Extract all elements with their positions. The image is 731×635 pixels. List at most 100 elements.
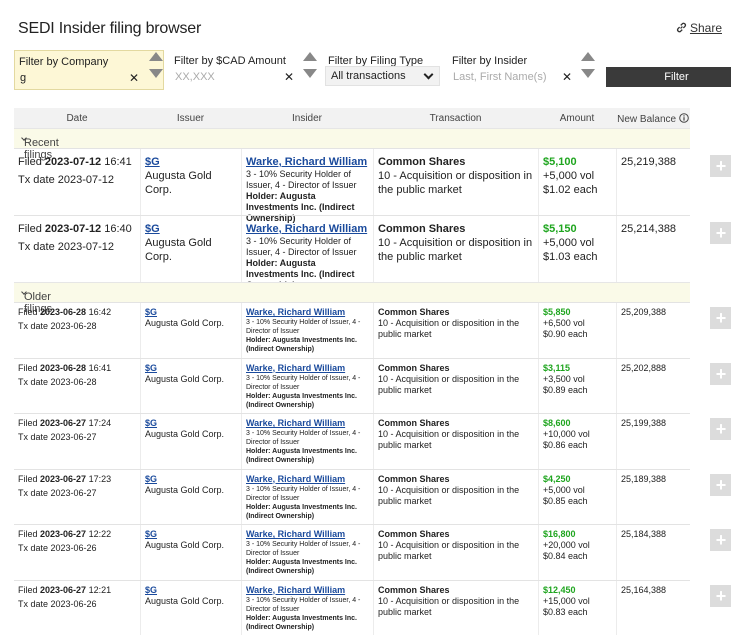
insider-name-link[interactable]: Warke, Richard William: [246, 155, 369, 169]
link-icon: [675, 21, 688, 34]
insider-cell: Warke, Richard William3 - 10% Security H…: [241, 216, 373, 282]
table-row: Filed 2023-06-27 12:21 Tx date 2023-06-26…: [14, 580, 690, 635]
tx-date: Tx date 2023-06-26: [18, 599, 136, 610]
filter-button[interactable]: Filter: [606, 67, 731, 87]
amount-filter[interactable]: Filter by $CAD Amount XX,XXX ✕: [170, 50, 300, 90]
header-issuer[interactable]: Issuer: [140, 113, 241, 124]
insider-relation: 3 - 10% Security Holder of Issuer, 4 - D…: [246, 236, 369, 258]
expand-plus-icon[interactable]: +: [710, 474, 731, 496]
company-clear-icon[interactable]: ✕: [129, 71, 139, 85]
tx-date: Tx date 2023-06-27: [18, 488, 136, 499]
header-new-balance[interactable]: New Balance: [616, 113, 690, 125]
filing-type-select[interactable]: All transactions: [325, 66, 440, 86]
issuer-name: Augusta Gold Corp.: [145, 169, 237, 197]
header-insider[interactable]: Insider: [241, 113, 373, 124]
amount-cell: $5,100+5,000 vol$1.02 each: [538, 149, 616, 215]
insider-name-link[interactable]: Warke, Richard William: [246, 529, 369, 540]
expand-plus-icon[interactable]: +: [710, 585, 731, 607]
issuer-symbol-link[interactable]: $G: [145, 307, 237, 318]
transaction-nature: 10 - Acquisition or disposition in the p…: [378, 318, 534, 340]
insider-name-link[interactable]: Warke, Richard William: [246, 585, 369, 596]
issuer-symbol-link[interactable]: $G: [145, 474, 237, 485]
sort-up-icon[interactable]: [149, 52, 163, 61]
security-type: Common Shares: [378, 155, 534, 169]
expand-plus-icon[interactable]: +: [710, 418, 731, 440]
amount-value: $16,800: [543, 529, 612, 540]
sort-down-icon[interactable]: [303, 69, 317, 78]
issuer-cell: $GAugusta Gold Corp.: [140, 303, 241, 358]
amount-clear-icon[interactable]: ✕: [284, 70, 294, 84]
amount-value: $12,450: [543, 585, 612, 596]
issuer-symbol-link[interactable]: $G: [145, 585, 237, 596]
amount-value: $3,115: [543, 363, 612, 374]
insider-cell: Warke, Richard William3 - 10% Security H…: [241, 470, 373, 525]
sort-up-icon[interactable]: [581, 52, 595, 61]
amount-value: $5,850: [543, 307, 612, 318]
expand-plus-icon[interactable]: +: [710, 155, 731, 177]
insider-name-link[interactable]: Warke, Richard William: [246, 418, 369, 429]
recent-filings-toggle[interactable]: Recent filings: [14, 128, 690, 148]
header-amount[interactable]: Amount: [538, 113, 616, 124]
transaction-nature: 10 - Acquisition or disposition in the p…: [378, 596, 534, 618]
security-type: Common Shares: [378, 585, 534, 596]
insider-relation: 3 - 10% Security Holder of Issuer, 4 - D…: [246, 429, 369, 447]
issuer-symbol-link[interactable]: $G: [145, 222, 237, 236]
expand-plus-icon[interactable]: +: [710, 363, 731, 385]
share-link[interactable]: Share: [675, 21, 722, 35]
insider-name-link[interactable]: Warke, Richard William: [246, 307, 369, 318]
filed-date: Filed 2023-06-27 12:21: [18, 585, 136, 596]
company-filter[interactable]: Filter by Company g ✕: [14, 50, 164, 90]
sort-up-icon[interactable]: [303, 52, 317, 61]
filed-date: Filed 2023-06-27 17:24: [18, 418, 136, 429]
expand-plus-icon[interactable]: +: [710, 529, 731, 551]
issuer-symbol-link[interactable]: $G: [145, 155, 237, 169]
insider-cell: Warke, Richard William3 - 10% Security H…: [241, 581, 373, 635]
volume: +10,000 vol: [543, 429, 612, 440]
company-filter-input[interactable]: g: [20, 72, 26, 84]
amount-filter-input[interactable]: XX,XXX: [175, 71, 215, 83]
filed-date: Filed 2023-06-28 16:42: [18, 307, 136, 318]
header-date[interactable]: Date: [14, 113, 140, 124]
transaction-nature: 10 - Acquisition or disposition in the p…: [378, 540, 534, 562]
transaction-cell: Common Shares10 - Acquisition or disposi…: [373, 581, 538, 635]
insider-name-link[interactable]: Warke, Richard William: [246, 222, 369, 236]
issuer-symbol-link[interactable]: $G: [145, 363, 237, 374]
page-title: SEDI Insider filing browser: [18, 20, 201, 38]
price-each: $1.02 each: [543, 183, 612, 197]
insider-filter[interactable]: Filter by Insider Last, First Name(s) ✕: [448, 50, 578, 90]
insider-clear-icon[interactable]: ✕: [562, 70, 572, 84]
header-transaction[interactable]: Transaction: [373, 113, 538, 124]
date-cell: Filed 2023-06-27 17:23Tx date 2023-06-27: [14, 470, 140, 525]
insider-name-link[interactable]: Warke, Richard William: [246, 474, 369, 485]
insider-filter-input[interactable]: Last, First Name(s): [453, 71, 547, 83]
security-type: Common Shares: [378, 418, 534, 429]
price-each: $0.86 each: [543, 440, 612, 451]
volume: +15,000 vol: [543, 596, 612, 607]
sort-down-icon[interactable]: [581, 69, 595, 78]
price-each: $0.84 each: [543, 551, 612, 562]
amount-cell: $4,250+5,000 vol$0.85 each: [538, 470, 616, 525]
table-row: Filed 2023-07-12 16:41Tx date 2023-07-12…: [14, 148, 690, 215]
sort-down-icon[interactable]: [149, 69, 163, 78]
issuer-name: Augusta Gold Corp.: [145, 596, 237, 607]
volume: +5,000 vol: [543, 485, 612, 496]
insider-name-link[interactable]: Warke, Richard William: [246, 363, 369, 374]
expand-plus-icon[interactable]: +: [710, 222, 731, 244]
transaction-nature: 10 - Acquisition or disposition in the p…: [378, 236, 534, 264]
insider-cell: Warke, Richard William3 - 10% Security H…: [241, 303, 373, 358]
table-row: Filed 2023-07-12 16:40Tx date 2023-07-12…: [14, 215, 690, 282]
older-filings-toggle[interactable]: Older filings: [14, 282, 690, 302]
balance-cell: 25,219,388: [616, 149, 690, 215]
issuer-symbol-link[interactable]: $G: [145, 418, 237, 429]
chevron-down-icon: [424, 70, 434, 80]
date-cell: Filed 2023-06-27 12:22Tx date 2023-06-26: [14, 525, 140, 580]
issuer-cell: $GAugusta Gold Corp.: [140, 470, 241, 525]
expand-plus-icon[interactable]: +: [710, 307, 731, 329]
issuer-symbol-link[interactable]: $G: [145, 529, 237, 540]
tx-date: Tx date 2023-06-28: [18, 321, 136, 332]
table-row: Filed 2023-06-28 16:42 Tx date 2023-06-28…: [14, 302, 690, 358]
issuer-name: Augusta Gold Corp.: [145, 429, 237, 440]
info-icon[interactable]: [679, 113, 689, 123]
price-each: $0.90 each: [543, 329, 612, 340]
insider-holder: Holder: Augusta Investments Inc. (Indire…: [246, 336, 369, 354]
